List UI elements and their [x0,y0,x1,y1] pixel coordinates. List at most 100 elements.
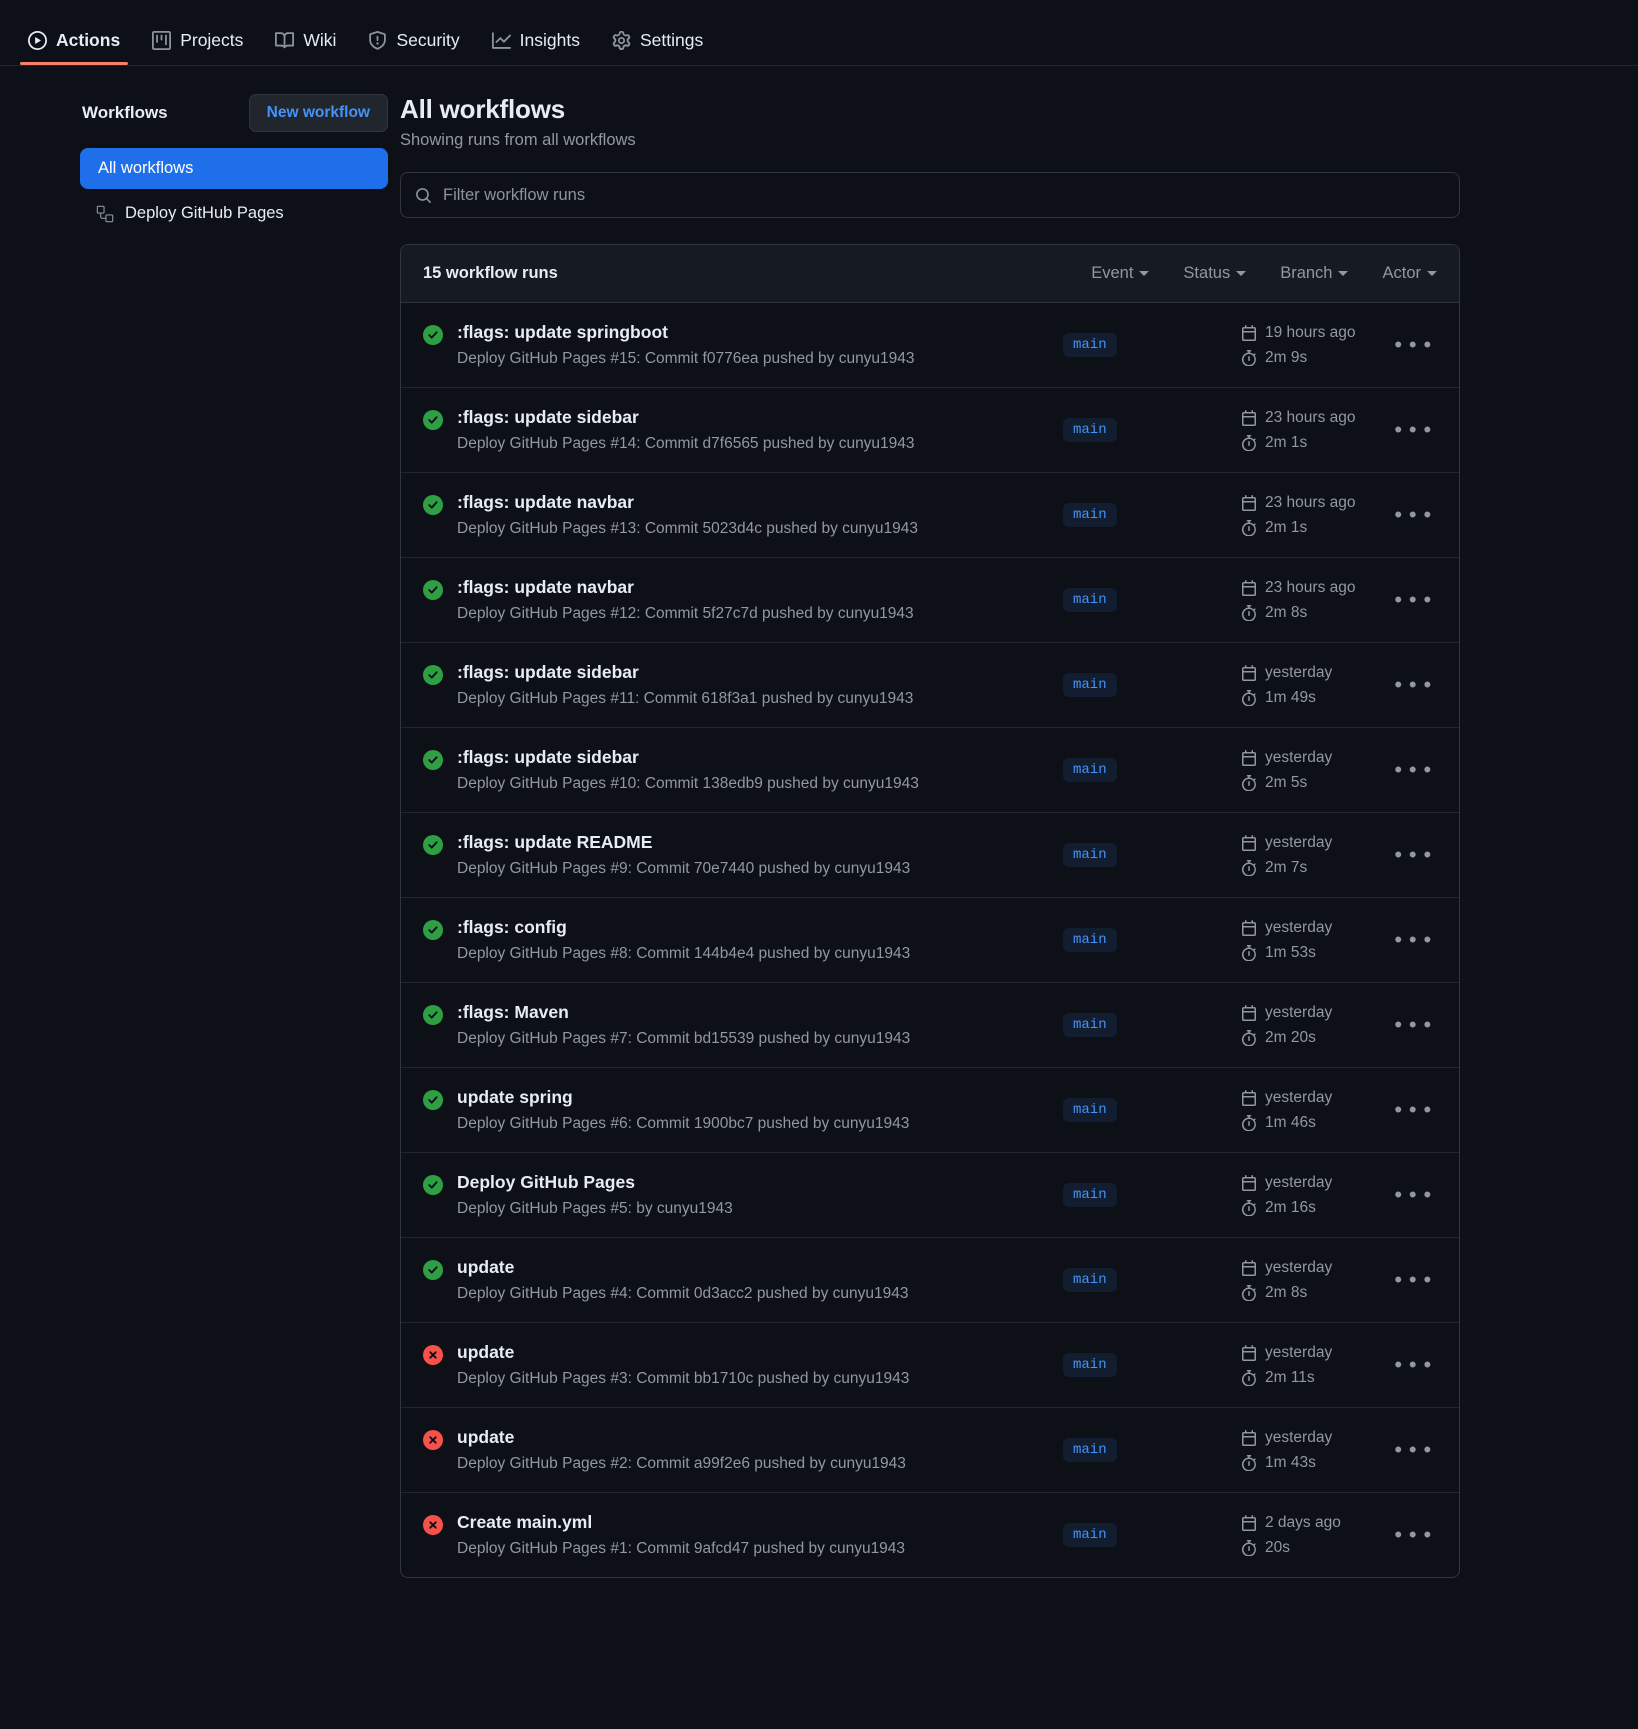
workflow-run-row[interactable]: :flags: update sidebar Deploy GitHub Pag… [401,728,1459,813]
run-timestamp: yesterday [1241,919,1391,937]
run-branch-column: main [1063,1098,1241,1122]
workflow-run-row[interactable]: :flags: update springboot Deploy GitHub … [401,303,1459,388]
search-input[interactable] [443,185,1445,205]
filter-status[interactable]: Status [1183,264,1247,283]
calendar-icon [1242,1259,1256,1276]
branch-badge[interactable]: main [1063,418,1117,442]
overflow-menu-icon[interactable]: • • • [1391,674,1437,696]
stopwatch-icon [1241,1199,1256,1216]
status-success-icon [423,1090,443,1110]
run-subtitle: Deploy GitHub Pages #6: Commit 1900bc7 p… [457,1115,910,1132]
filter-workflow-runs-box[interactable] [400,172,1460,218]
branch-badge[interactable]: main [1063,1183,1117,1207]
overflow-menu-icon[interactable]: • • • [1391,759,1437,781]
branch-badge[interactable]: main [1063,758,1117,782]
workflow-run-row[interactable]: :flags: config Deploy GitHub Pages #8: C… [401,898,1459,983]
run-title[interactable]: :flags: update sidebar [457,747,919,768]
run-branch-column: main [1063,418,1241,442]
run-title[interactable]: update [457,1427,906,1448]
run-title[interactable]: :flags: update sidebar [457,662,913,683]
run-text-block: update Deploy GitHub Pages #2: Commit a9… [457,1427,906,1473]
filter-event[interactable]: Event [1091,264,1150,283]
nav-tab-settings[interactable]: Settings [596,30,719,65]
run-title[interactable]: Deploy GitHub Pages [457,1172,733,1193]
workflow-run-row[interactable]: :flags: update sidebar Deploy GitHub Pag… [401,388,1459,473]
workflow-run-row[interactable]: update spring Deploy GitHub Pages #6: Co… [401,1068,1459,1153]
nav-tab-security[interactable]: Security [352,30,475,65]
branch-badge[interactable]: main [1063,673,1117,697]
run-summary: :flags: update sidebar Deploy GitHub Pag… [423,407,1063,453]
run-text-block: :flags: Maven Deploy GitHub Pages #7: Co… [457,1002,910,1048]
run-text-block: update Deploy GitHub Pages #3: Commit bb… [457,1342,909,1388]
run-title[interactable]: update spring [457,1087,909,1108]
run-duration: 1m 43s [1241,1454,1391,1472]
workflow-run-row[interactable]: :flags: update navbar Deploy GitHub Page… [401,558,1459,643]
overflow-menu-icon[interactable]: • • • [1391,589,1437,611]
run-title[interactable]: :flags: update springboot [457,322,915,343]
overflow-menu-icon[interactable]: • • • [1391,334,1437,356]
workflow-run-row[interactable]: update Deploy GitHub Pages #4: Commit 0d… [401,1238,1459,1323]
run-title[interactable]: :flags: update sidebar [457,407,915,428]
filter-branch[interactable]: Branch [1280,264,1349,283]
overflow-menu-icon[interactable]: • • • [1391,1184,1437,1206]
new-workflow-button[interactable]: New workflow [248,94,388,132]
calendar-icon [1242,919,1256,936]
branch-badge[interactable]: main [1063,503,1117,527]
run-title[interactable]: update [457,1342,909,1363]
overflow-menu-icon[interactable]: • • • [1391,1439,1437,1461]
sidebar-item-all-workflows[interactable]: All workflows [80,148,388,189]
run-duration: 2m 5s [1241,774,1391,792]
overflow-menu-icon[interactable]: • • • [1391,1269,1437,1291]
branch-badge[interactable]: main [1063,1098,1117,1122]
sidebar-item-deploy-github-pages[interactable]: Deploy GitHub Pages [80,193,388,234]
branch-badge[interactable]: main [1063,928,1117,952]
overflow-menu-icon[interactable]: • • • [1391,929,1437,951]
workflow-run-row[interactable]: Create main.yml Deploy GitHub Pages #1: … [401,1493,1459,1577]
run-title[interactable]: :flags: update navbar [457,492,918,513]
gear-icon [612,31,631,50]
calendar-icon [1242,494,1256,511]
workflow-run-row[interactable]: Deploy GitHub Pages Deploy GitHub Pages … [401,1153,1459,1238]
run-subtitle: Deploy GitHub Pages #10: Commit 138edb9 … [457,775,919,792]
run-subtitle: Deploy GitHub Pages #14: Commit d7f6565 … [457,435,915,452]
branch-badge[interactable]: main [1063,588,1117,612]
stopwatch-icon [1241,604,1256,621]
filter-label: Status [1183,264,1231,282]
overflow-menu-icon[interactable]: • • • [1391,1014,1437,1036]
branch-badge[interactable]: main [1063,1438,1117,1462]
workflow-run-row[interactable]: :flags: update README Deploy GitHub Page… [401,813,1459,898]
calendar-icon [1242,1174,1256,1191]
run-time-column: 19 hours ago 2m 9s [1241,324,1391,367]
branch-badge[interactable]: main [1063,843,1117,867]
nav-tab-projects[interactable]: Projects [136,30,259,65]
overflow-menu-icon[interactable]: • • • [1391,419,1437,441]
workflow-run-row[interactable]: :flags: Maven Deploy GitHub Pages #7: Co… [401,983,1459,1068]
run-title[interactable]: update [457,1257,909,1278]
branch-badge[interactable]: main [1063,1523,1117,1547]
nav-tab-wiki[interactable]: Wiki [259,30,352,65]
sidebar-item-list: All workflows Deploy GitHub Pages [80,148,388,234]
overflow-menu-icon[interactable]: • • • [1391,1354,1437,1376]
branch-badge[interactable]: main [1063,1268,1117,1292]
filter-actor[interactable]: Actor [1382,264,1437,283]
branch-badge[interactable]: main [1063,333,1117,357]
run-title[interactable]: :flags: update README [457,832,910,853]
overflow-menu-icon[interactable]: • • • [1391,844,1437,866]
run-title[interactable]: :flags: Maven [457,1002,910,1023]
branch-badge[interactable]: main [1063,1013,1117,1037]
workflow-run-row[interactable]: update Deploy GitHub Pages #2: Commit a9… [401,1408,1459,1493]
run-title[interactable]: Create main.yml [457,1512,905,1533]
overflow-menu-icon[interactable]: • • • [1391,504,1437,526]
overflow-menu-icon[interactable]: • • • [1391,1099,1437,1121]
run-title[interactable]: :flags: update navbar [457,577,914,598]
run-title[interactable]: :flags: config [457,917,910,938]
nav-tab-insights[interactable]: Insights [476,30,596,65]
status-success-icon [423,1175,443,1195]
nav-tab-actions[interactable]: Actions [12,30,136,65]
branch-badge[interactable]: main [1063,1353,1117,1377]
workflow-run-row[interactable]: :flags: update sidebar Deploy GitHub Pag… [401,643,1459,728]
overflow-menu-icon[interactable]: • • • [1391,1524,1437,1546]
workflow-run-row[interactable]: update Deploy GitHub Pages #3: Commit bb… [401,1323,1459,1408]
workflow-run-row[interactable]: :flags: update navbar Deploy GitHub Page… [401,473,1459,558]
run-text-block: update spring Deploy GitHub Pages #6: Co… [457,1087,909,1133]
